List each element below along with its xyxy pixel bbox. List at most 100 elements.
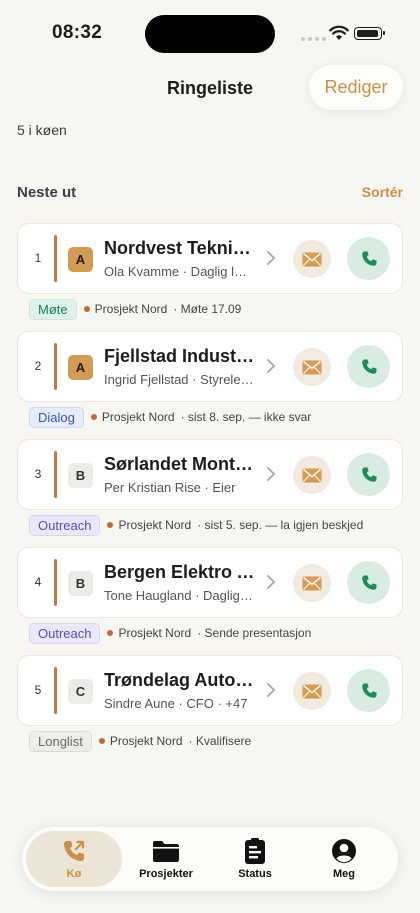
priority-bar	[54, 343, 57, 390]
envelope-icon	[302, 684, 322, 699]
signal-dots-icon	[301, 37, 326, 41]
dynamic-island	[145, 15, 275, 53]
contact-line: Sindre Aune · CFO · +47	[104, 696, 248, 711]
tier-badge: C	[68, 679, 93, 704]
stage-tag[interactable]: Møte	[29, 298, 77, 320]
activity-note: · sist 5. sep. — la igjen beskjed	[197, 518, 364, 532]
stage-tag[interactable]: Outreach	[29, 622, 101, 644]
priority-bar	[54, 559, 57, 606]
email-button[interactable]	[293, 348, 331, 386]
card-meta-row: Outreach Prosjekt Nord · sist 5. sep. — la…	[29, 514, 363, 536]
call-list-card[interactable]: 1 A Nordvest Teknikk AS Ola Kvamme · Daglig…	[17, 223, 403, 294]
chevron-right-icon[interactable]	[266, 358, 276, 379]
contact-line: Per Kristian Rise · Eier	[104, 480, 236, 495]
priority-bar	[54, 667, 57, 714]
tab-me[interactable]: Meg	[296, 831, 392, 887]
stage-tag[interactable]: Longlist	[29, 730, 92, 752]
chevron-right-icon[interactable]	[266, 682, 276, 703]
tier-badge: A	[68, 355, 93, 380]
edit-button[interactable]: Rediger	[309, 65, 403, 110]
email-button[interactable]	[293, 240, 331, 278]
tier-badge: A	[68, 247, 93, 272]
tier-badge: B	[68, 463, 93, 488]
call-button[interactable]	[347, 669, 390, 712]
tab-label: Status	[238, 868, 272, 880]
phone-icon	[360, 466, 378, 484]
phone-icon	[360, 358, 378, 376]
priority-bar	[54, 451, 57, 498]
envelope-icon	[302, 576, 322, 591]
company-name: Bergen Elektro AS	[104, 562, 256, 582]
call-list-card[interactable]: 4 B Bergen Elektro AS Tone Haugland · Dagli…	[17, 547, 403, 618]
tab-label: Kø	[66, 868, 82, 880]
call-button[interactable]	[347, 345, 390, 388]
tab-status[interactable]: Status	[207, 831, 303, 887]
person-icon	[331, 838, 357, 864]
envelope-icon	[302, 252, 322, 267]
phone-icon	[360, 250, 378, 268]
rank-number: 1	[34, 251, 42, 265]
stage-tag[interactable]: Dialog	[29, 406, 84, 428]
contact-line: Ingrid Fjellstad · Styreleder	[104, 372, 254, 387]
sort-button[interactable]: Sortér	[362, 184, 403, 200]
rank-number: 2	[34, 359, 42, 373]
status-bar: 08:32	[0, 0, 420, 64]
chevron-right-icon[interactable]	[266, 574, 276, 595]
call-list-card[interactable]: 3 B Sørlandet Montasje AS Per Kristian Rise…	[17, 439, 403, 510]
tab-label: Meg	[333, 868, 355, 880]
project-dot-icon	[107, 522, 114, 528]
contact-line: Tone Haugland · Daglig leder	[104, 588, 254, 603]
activity-note: · sist 8. sep. — ikke svar	[180, 410, 312, 424]
call-button[interactable]	[347, 561, 390, 604]
company-name: Sørlandet Montasje AS	[104, 454, 256, 474]
clipboard-icon	[244, 838, 266, 864]
envelope-icon	[302, 468, 322, 483]
tier-badge: B	[68, 571, 93, 596]
rank-number: 3	[34, 467, 42, 481]
activity-note: · Sende presentasjon	[197, 626, 312, 640]
project-dot-icon	[98, 738, 105, 744]
rank-number: 4	[34, 575, 42, 589]
priority-bar	[54, 235, 57, 282]
envelope-icon	[302, 360, 322, 375]
email-button[interactable]	[293, 672, 331, 710]
email-button[interactable]	[293, 456, 331, 494]
project-name: Prosjekt Nord	[118, 626, 192, 640]
card-meta-row: Møte Prosjekt Nord · Møte 17.09	[29, 298, 241, 320]
status-time: 08:32	[52, 22, 103, 43]
phone-outgoing-icon	[61, 838, 87, 864]
chevron-right-icon[interactable]	[266, 466, 276, 487]
queue-count: 5 i køen	[17, 122, 67, 138]
call-list-card[interactable]: 2 A Fjellstad Industri AS Ingrid Fjellstad …	[17, 331, 403, 402]
call-list-card[interactable]: 5 C Trøndelag Automasjon AS Sindre Aune · C…	[17, 655, 403, 726]
project-name: Prosjekt Nord	[101, 410, 175, 424]
project-name: Prosjekt Nord	[118, 518, 192, 532]
tab-label: Prosjekter	[139, 868, 193, 880]
phone-icon	[360, 574, 378, 592]
chevron-right-icon[interactable]	[266, 250, 276, 271]
card-meta-row: Outreach Prosjekt Nord · Sende presentasjo…	[29, 622, 311, 644]
tab-projects[interactable]: Prosjekter	[118, 831, 214, 887]
project-dot-icon	[90, 414, 97, 420]
folder-icon	[152, 838, 180, 864]
battery-icon	[354, 27, 385, 40]
rank-number: 5	[34, 683, 42, 697]
phone-icon	[360, 682, 378, 700]
email-button[interactable]	[293, 564, 331, 602]
activity-note: · Kvalifisere	[188, 734, 252, 748]
company-name: Trøndelag Automasjon AS	[104, 670, 256, 690]
project-dot-icon	[107, 630, 114, 636]
call-button[interactable]	[347, 453, 390, 496]
tab-bar: Kø Prosjekter Status Meg	[22, 827, 398, 891]
tab-queue[interactable]: Kø	[26, 831, 122, 887]
section-title: Neste ut	[17, 184, 77, 201]
company-name: Fjellstad Industri AS	[104, 346, 256, 366]
card-meta-row: Longlist Prosjekt Nord · Kvalifisere	[29, 730, 251, 752]
wifi-icon	[329, 25, 349, 40]
project-dot-icon	[83, 306, 90, 312]
activity-note: · Møte 17.09	[173, 302, 242, 316]
card-meta-row: Dialog Prosjekt Nord · sist 8. sep. — ikke…	[29, 406, 311, 428]
call-button[interactable]	[347, 237, 390, 280]
project-name: Prosjekt Nord	[94, 302, 168, 316]
stage-tag[interactable]: Outreach	[29, 514, 101, 536]
